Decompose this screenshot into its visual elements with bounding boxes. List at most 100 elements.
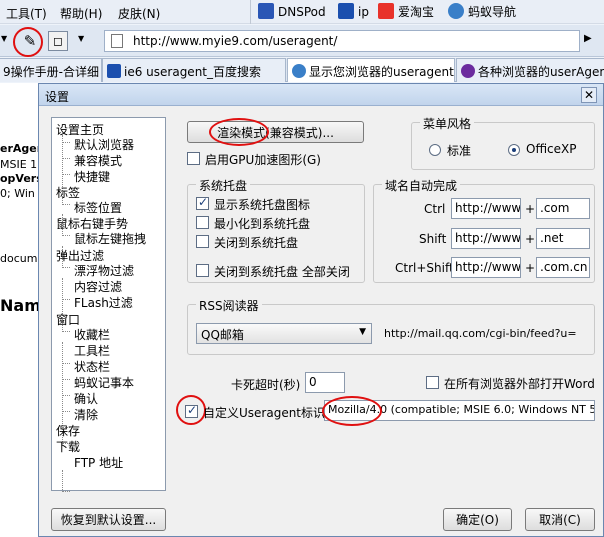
domain-ctrl-plus: + [525, 202, 536, 216]
custom-ua-label: 自定义Useragent标识: [203, 406, 330, 420]
rss-url: http://mail.qq.com/cgi-bin/feed?u= [384, 327, 577, 340]
domain-title: 域名自动完成 [382, 177, 461, 194]
address-text: http://www.myie9.com/useragent/ [133, 34, 338, 48]
menu-bar: 工具(T) 帮助(H) 皮肤(N) DNSPod ip 爱淘宝 蚂蚁导航 [0, 0, 604, 24]
tree-item-default-browser[interactable]: 默认浏览器 [74, 136, 134, 153]
open-word-label: 在所有浏览器外部打开Word [444, 377, 595, 391]
domain-ctrl-suffix-input[interactable]: .com [536, 198, 590, 219]
tree-connector [62, 331, 70, 332]
menu-help[interactable]: 帮助(H) [60, 5, 102, 22]
tree-connector [62, 158, 70, 159]
domain-ctrlshift-prefix-input[interactable]: http://www. [451, 257, 521, 278]
tree-item-favorites-bar[interactable]: 收藏栏 [74, 326, 110, 343]
tree-item-ftp[interactable]: FTP 地址 [74, 454, 123, 471]
tray-close-all-checkbox[interactable] [196, 264, 209, 277]
tree-item-confirm[interactable]: 确认 [74, 390, 98, 407]
tree-item-toolbar[interactable]: 工具栏 [74, 342, 110, 359]
domain-ctrlshift-label: Ctrl+Shift [395, 261, 454, 275]
custom-ua-checkbox[interactable] [185, 403, 198, 418]
rss-title: RSS阅读器 [196, 297, 262, 314]
bookmark-aitaobao[interactable]: 爱淘宝 [378, 3, 434, 20]
timeout-label: 卡死超时(秒) [231, 378, 301, 392]
tray-close-checkbox[interactable] [196, 235, 209, 248]
tray-minimize-checkbox[interactable] [196, 216, 209, 229]
domain-ctrl-prefix-input[interactable]: http://www. [451, 198, 521, 219]
open-word-checkbox[interactable] [426, 376, 439, 389]
taobao-icon [378, 3, 394, 19]
preview-icon[interactable]: ◻ [48, 31, 68, 51]
radio-officexp[interactable] [508, 144, 520, 156]
tree-item-flash-filter[interactable]: FLash过滤 [74, 294, 133, 311]
tree-item-download[interactable]: 下载 [56, 438, 80, 455]
tree-item-clear[interactable]: 清除 [74, 406, 98, 423]
tree-item-tab-position[interactable]: 标签位置 [74, 199, 122, 216]
gpu-checkbox[interactable] [187, 152, 200, 165]
rss-group: RSS阅读器 QQ邮箱 ▼ http://mail.qq.com/cgi-bin… [187, 297, 595, 355]
tab-manual[interactable]: 9操作手册-合详细 [0, 58, 102, 82]
dialog-titlebar[interactable]: 设置 ✕ [39, 84, 603, 106]
rss-reader-select[interactable]: QQ邮箱 ▼ [196, 323, 372, 344]
tree-connector [62, 491, 70, 492]
tree-item-compat-mode[interactable]: 兼容模式 [74, 152, 122, 169]
domain-ctrlshift-suffix-input[interactable]: .com.cn [536, 257, 590, 278]
radio-standard-label: 标准 [447, 144, 472, 158]
domain-shift-label: Shift [419, 232, 447, 246]
paw-icon [107, 64, 121, 78]
tree-item-notepad[interactable]: 蚂蚁记事本 [74, 374, 134, 391]
tree-connector [62, 142, 70, 143]
menu-style-title: 菜单风格 [420, 115, 475, 132]
dropdown-arrow-icon[interactable]: ▼ [78, 34, 84, 43]
menu-skin[interactable]: 皮肤(N) [118, 5, 160, 22]
wrench-icon[interactable]: ✎ [20, 31, 40, 51]
custom-ua-input[interactable]: Mozilla/4.0 (compatible; MSIE 6.0; Windo… [324, 400, 595, 421]
tray-title: 系统托盘 [196, 177, 251, 194]
tab-browsers[interactable]: 各种浏览器的userAgent [456, 58, 604, 82]
tray-close-label: 关闭到系统托盘 [214, 236, 299, 250]
gpu-label: 启用GPU加速图形(G) [205, 153, 321, 167]
tree-item-save[interactable]: 保存 [56, 422, 80, 439]
settings-tree: 设置主页 默认浏览器 兼容模式 快捷键 标签 标签位置 鼠标右键手势 鼠标左键拖… [51, 117, 166, 492]
tray-show-icon-checkbox[interactable] [196, 195, 209, 210]
page-icon [111, 34, 123, 48]
tab-useragent[interactable]: 显示您浏览器的useragent [287, 58, 455, 82]
menu-style-group: 菜单风格 标准 OfficeXP [411, 115, 595, 170]
domain-ctrlshift-plus: + [525, 261, 536, 275]
tree-connector [62, 395, 70, 396]
tree-connector [62, 363, 70, 364]
bookmark-dnspod[interactable]: DNSPod [258, 3, 326, 19]
tree-item-left-drag[interactable]: 鼠标左键拖拽 [74, 230, 146, 247]
dnspod-icon [258, 3, 274, 19]
radio-officexp-label: OfficeXP [526, 142, 577, 156]
tray-group: 系统托盘 显示系统托盘图标 最小化到系统托盘 关闭到系统托盘 关闭到系统托盘 全… [187, 177, 365, 283]
tree-item-content-filter[interactable]: 内容过滤 [74, 278, 122, 295]
domain-shift-prefix-input[interactable]: http://www. [451, 228, 521, 249]
radio-standard[interactable] [429, 144, 441, 156]
tree-item-statusbar[interactable]: 状态栏 [74, 358, 110, 375]
cancel-button[interactable]: 取消(C) [525, 508, 595, 531]
dropdown-arrow-icon[interactable]: ▼ [1, 34, 7, 43]
tray-minimize-label: 最小化到系统托盘 [214, 217, 311, 231]
render-mode-button[interactable]: 渲染模式(兼容模式)... [187, 121, 364, 143]
restore-defaults-button[interactable]: 恢复到默认设置... [51, 508, 166, 531]
tray-show-icon-label: 显示系统托盘图标 [214, 198, 311, 212]
go-icon[interactable]: ▶ [584, 33, 592, 44]
close-icon[interactable]: ✕ [581, 87, 597, 103]
domain-ctrl-label: Ctrl [424, 202, 446, 216]
tray-close-all-label: 关闭到系统托盘 全部关闭 [214, 265, 350, 279]
menu-tools[interactable]: 工具(T) [6, 5, 47, 22]
domain-shift-plus: + [525, 232, 536, 246]
ok-button[interactable]: 确定(O) [443, 508, 512, 531]
tree-item-float-filter[interactable]: 漂浮物过滤 [74, 262, 134, 279]
tree-connector [62, 299, 70, 300]
tree-connector [62, 470, 63, 492]
domain-shift-suffix-input[interactable]: .net [536, 228, 590, 249]
rss-reader-selected: QQ邮箱 [201, 328, 244, 342]
tree-item-shortcuts[interactable]: 快捷键 [74, 168, 110, 185]
dialog-title: 设置 [45, 90, 70, 104]
address-bar[interactable]: http://www.myie9.com/useragent/ [104, 30, 580, 52]
bookmark-ip[interactable]: ip [338, 3, 369, 19]
domain-group: 域名自动完成 Ctrl http://www. + .com Shift htt… [373, 177, 595, 283]
bookmark-mayi[interactable]: 蚂蚁导航 [448, 3, 516, 20]
timeout-input[interactable]: 0 [305, 372, 345, 393]
tab-baidu[interactable]: ie6 useragent_百度搜索 [102, 58, 286, 82]
